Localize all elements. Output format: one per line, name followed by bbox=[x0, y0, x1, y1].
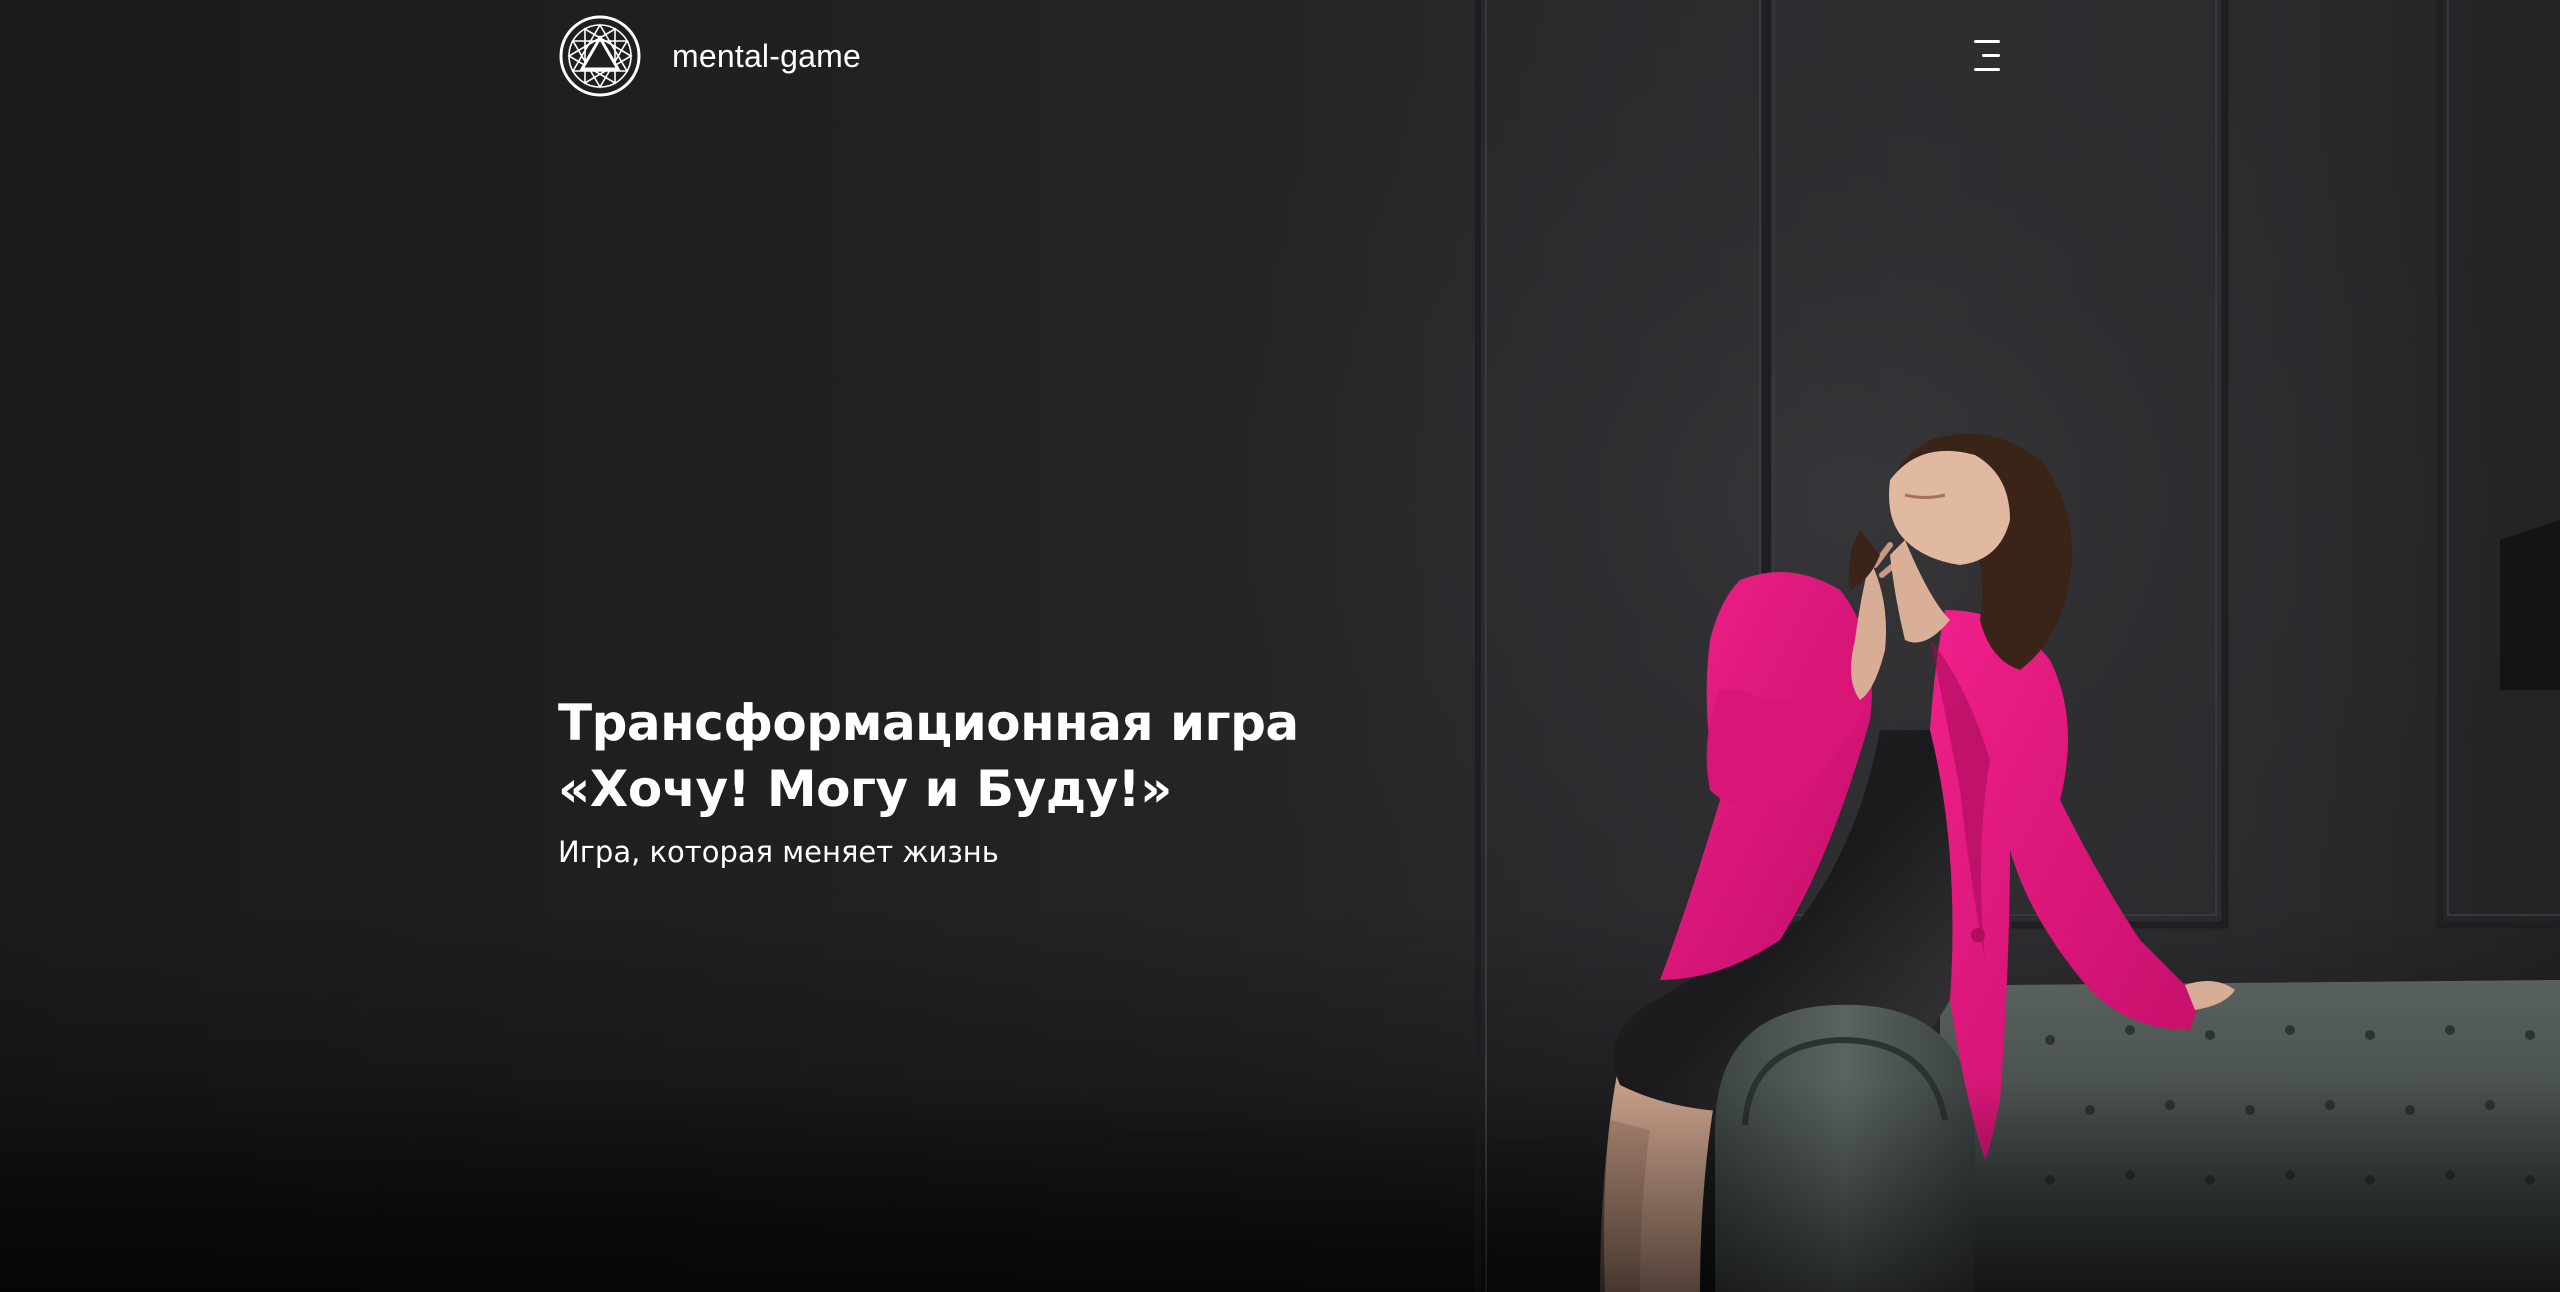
hamburger-menu-icon[interactable] bbox=[1964, 38, 2000, 74]
hero-section: mental-game Трансформационная игра «Хочу… bbox=[0, 0, 2560, 1292]
logo-text: mental-game bbox=[672, 37, 861, 74]
hero-title-line-2: «Хочу! Могу и Буду!» bbox=[558, 760, 1172, 818]
mandala-triangle-icon bbox=[559, 15, 641, 97]
hero-text-block: Трансформационная игра «Хочу! Могу и Буд… bbox=[558, 690, 1458, 872]
menu-line bbox=[1974, 40, 2000, 43]
hero-photo bbox=[0, 0, 2560, 1292]
hero-subtitle: Игра, которая меняет жизнь bbox=[558, 835, 999, 869]
menu-line bbox=[1982, 54, 2000, 57]
site-header: mental-game bbox=[0, 0, 2560, 112]
menu-line bbox=[1974, 68, 2000, 71]
logo-link[interactable]: mental-game bbox=[558, 14, 861, 98]
hero-title-line-1: Трансформационная игра bbox=[558, 694, 1299, 752]
hero-title: Трансформационная игра «Хочу! Могу и Буд… bbox=[558, 690, 1458, 822]
